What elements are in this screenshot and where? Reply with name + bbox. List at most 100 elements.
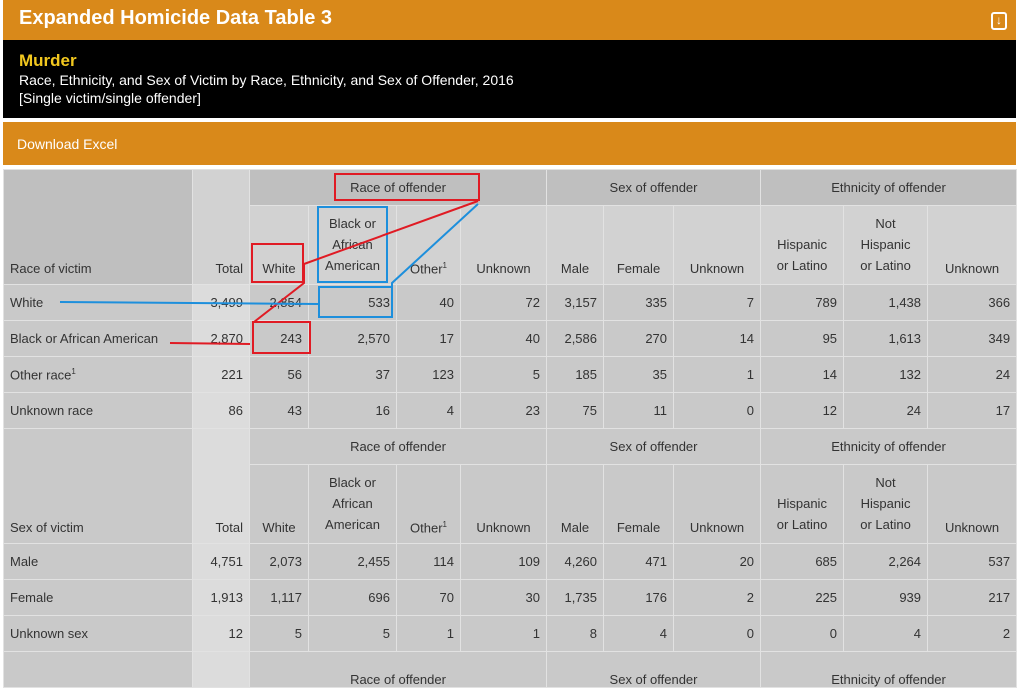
table-cell: 349 xyxy=(927,320,1018,357)
table-cell: 5 xyxy=(308,615,397,652)
caption-subtitle: Race, Ethnicity, and Sex of Victim by Ra… xyxy=(19,72,514,88)
header-group-row: Race of offender Sex of offender Ethnici… xyxy=(3,651,1018,688)
table-cell: 7 xyxy=(673,284,762,321)
table-cell: 1 xyxy=(459,615,548,652)
cell-total: 4,751 xyxy=(192,543,250,580)
col-male: Male xyxy=(546,205,605,285)
col-other: Other1 xyxy=(396,464,461,544)
table-cell: 2,586 xyxy=(546,320,605,357)
table-cell: 0 xyxy=(760,615,845,652)
table-cell: 5 xyxy=(249,615,309,652)
table-cell: 217 xyxy=(927,579,1018,616)
table-cell: 2,570 xyxy=(308,320,397,357)
table-cell: 14 xyxy=(673,320,762,357)
group-race-of-offender: Race of offender xyxy=(248,169,548,206)
col-black: Black or African American xyxy=(308,464,397,544)
table-cell: 12 xyxy=(760,392,845,429)
table-cell: 225 xyxy=(760,579,845,616)
caption-heading: Murder xyxy=(19,51,77,70)
download-bar: Download Excel xyxy=(3,122,1016,165)
table-cell: 23 xyxy=(459,392,548,429)
table-cell: 20 xyxy=(673,543,762,580)
table-cell: 14 xyxy=(760,356,845,393)
row-label: Male xyxy=(3,543,193,580)
col-female: Female xyxy=(603,205,675,285)
table-cell: 1,117 xyxy=(249,579,309,616)
table-cell: 533 xyxy=(308,284,397,321)
table-cell: 1 xyxy=(673,356,762,393)
group-sex-of-offender: Sex of offender xyxy=(546,651,762,688)
table-cell: 939 xyxy=(843,579,929,616)
col-unknown-ethnicity: Unknown xyxy=(927,205,1018,285)
table-cell: 366 xyxy=(927,284,1018,321)
table-cell: 471 xyxy=(603,543,675,580)
table-cell: 2 xyxy=(673,579,762,616)
row-label: Female xyxy=(3,579,193,616)
table-cell: 685 xyxy=(760,543,845,580)
table-cell: 1 xyxy=(396,615,461,652)
table-cell: 40 xyxy=(396,284,461,321)
group-ethnicity-of-offender: Ethnicity of offender xyxy=(760,169,1018,206)
col-not-hispanic: Not Hispanic or Latino xyxy=(843,464,929,544)
col-unknown-sex: Unknown xyxy=(673,205,762,285)
col-sex-of-victim: Sex of victim xyxy=(3,428,193,544)
table-cell: 2,854 xyxy=(249,284,309,321)
col-hispanic: Hispanic or Latino xyxy=(760,464,845,544)
table-cell: 1,613 xyxy=(843,320,929,357)
caption-note: [Single victim/single offender] xyxy=(19,90,201,106)
table-cell: 1,735 xyxy=(546,579,605,616)
col-female: Female xyxy=(603,464,675,544)
download-icon[interactable]: ↓ xyxy=(991,12,1007,30)
row-label: White xyxy=(3,284,193,321)
table-cell: 4 xyxy=(396,392,461,429)
table-cell: 4,260 xyxy=(546,543,605,580)
col-black: Black or African American xyxy=(308,205,397,285)
table-cell: 3,157 xyxy=(546,284,605,321)
group-race-of-offender: Race of offender xyxy=(248,428,548,465)
col-total: Total xyxy=(192,428,250,544)
table-cell: 24 xyxy=(843,392,929,429)
table-cell: 11 xyxy=(603,392,675,429)
table-row: Unknown sex 12 5 5 1 1 8 4 0 0 4 2 xyxy=(3,615,1018,652)
table-cell: 16 xyxy=(308,392,397,429)
table-cell: 132 xyxy=(843,356,929,393)
table-row: Black or African American 2,870 243 2,57… xyxy=(3,320,1018,357)
download-excel-button[interactable]: Download Excel xyxy=(17,136,117,152)
header-group-row: Race of victim Total Race of offender Se… xyxy=(3,169,1018,285)
table-cell: 70 xyxy=(396,579,461,616)
col-unknown-ethnicity: Unknown xyxy=(927,464,1018,544)
table-row: Female 1,913 1,117 696 70 30 1,735 176 2… xyxy=(3,579,1018,616)
page-title: Expanded Homicide Data Table 3 xyxy=(19,7,333,29)
table-cell: 17 xyxy=(927,392,1018,429)
group-ethnicity-of-offender: Ethnicity of offender xyxy=(760,428,1018,465)
col-race-of-victim: Race of victim xyxy=(3,169,193,285)
group-sex-of-offender: Sex of offender xyxy=(546,169,762,206)
table-row: Other race1 221 56 37 123 5 185 35 1 14 … xyxy=(3,356,1018,393)
table-cell: 1,438 xyxy=(843,284,929,321)
table-cell: 24 xyxy=(927,356,1018,393)
header-group-row: Sex of victim Total Race of offender Sex… xyxy=(3,428,1018,544)
table-cell: 43 xyxy=(249,392,309,429)
table-cell: 5 xyxy=(459,356,548,393)
table-cell: 56 xyxy=(249,356,309,393)
group-race-of-offender: Race of offender xyxy=(248,651,548,688)
table-cell: 270 xyxy=(603,320,675,357)
table-cell: 37 xyxy=(308,356,397,393)
table-cell: 0 xyxy=(673,392,762,429)
table-cell: 2,455 xyxy=(308,543,397,580)
col-male: Male xyxy=(546,464,605,544)
cell-total: 1,913 xyxy=(192,579,250,616)
table-cell: 75 xyxy=(546,392,605,429)
table-cell: 123 xyxy=(396,356,461,393)
cell-total: 12 xyxy=(192,615,250,652)
table-cell: 72 xyxy=(459,284,548,321)
table-cell: 2 xyxy=(927,615,1018,652)
table-cell: 2,264 xyxy=(843,543,929,580)
table-cell: 335 xyxy=(603,284,675,321)
table-cell: 114 xyxy=(396,543,461,580)
row-label: Unknown sex xyxy=(3,615,193,652)
table-cell: 40 xyxy=(459,320,548,357)
cell-total: 3,499 xyxy=(192,284,250,321)
cell-total: 86 xyxy=(192,392,250,429)
table-cell: 176 xyxy=(603,579,675,616)
